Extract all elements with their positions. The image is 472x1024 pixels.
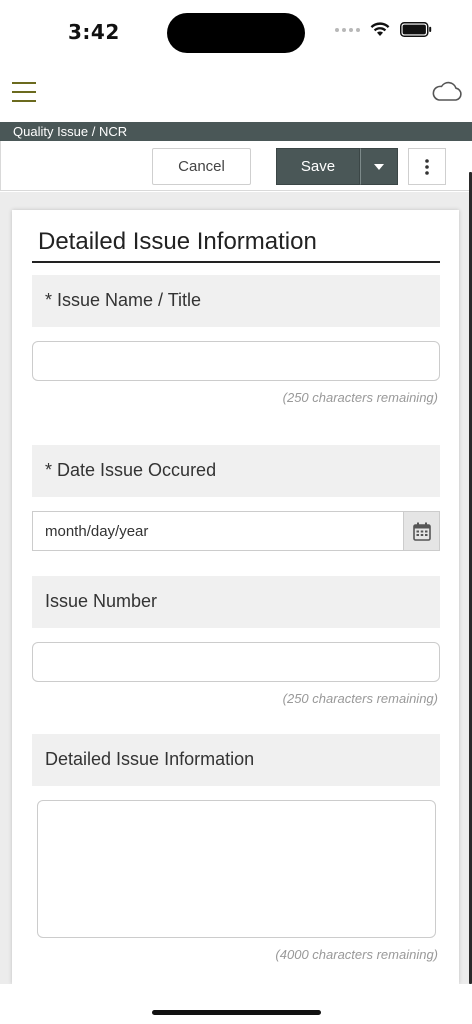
save-button[interactable]: Save (276, 148, 360, 185)
issue-number-label-text: Issue Number (45, 591, 158, 611)
date-occurred-label-text: * Date Issue Occured (45, 460, 217, 480)
detailed-info-textarea[interactable] (37, 800, 436, 938)
status-bar: 3:42 (0, 0, 472, 66)
calendar-icon (412, 522, 431, 541)
caret-down-icon (374, 163, 384, 170)
issue-name-label: * Issue Name / Title (32, 275, 440, 327)
calendar-button[interactable] (403, 512, 439, 550)
wifi-icon (370, 22, 390, 36)
more-vertical-icon (425, 158, 429, 175)
breadcrumb-text: Quality Issue / NCR (13, 124, 128, 139)
battery-icon (400, 22, 432, 37)
home-indicator[interactable] (152, 1010, 321, 1015)
section-title: Detailed Issue Information (38, 228, 317, 255)
issue-name-input[interactable] (32, 341, 440, 381)
date-placeholder: month/day/year (45, 523, 149, 540)
issue-number-label: Issue Number (32, 576, 440, 628)
section-divider (32, 261, 440, 263)
status-icons (335, 22, 432, 37)
detailed-info-remaining: (4000 characters remaining) (275, 947, 438, 962)
issue-number-input[interactable] (32, 642, 440, 682)
issue-name-remaining: (250 characters remaining) (282, 390, 438, 405)
form-card: Detailed Issue Information * Issue Name … (12, 210, 459, 984)
menu-icon[interactable] (12, 80, 36, 104)
breadcrumb: Quality Issue / NCR (0, 122, 472, 141)
issue-number-remaining: (250 characters remaining) (282, 691, 438, 706)
more-options-button[interactable] (408, 148, 446, 185)
save-options-button[interactable] (360, 148, 398, 185)
detailed-info-label: Detailed Issue Information (32, 734, 440, 786)
toolbar: Cancel Save (0, 141, 472, 191)
dynamic-island (167, 13, 305, 53)
signal-icon (335, 27, 360, 32)
detailed-info-label-text: Detailed Issue Information (45, 749, 255, 769)
issue-name-label-text: * Issue Name / Title (45, 290, 202, 310)
app-header (0, 66, 472, 122)
bottom-bar (0, 984, 472, 1024)
date-occurred-label: * Date Issue Occured (32, 445, 440, 497)
cloud-icon[interactable] (431, 80, 463, 102)
status-time: 3:42 (68, 20, 120, 44)
date-occurred-input[interactable]: month/day/year (32, 511, 440, 551)
cancel-button[interactable]: Cancel (152, 148, 251, 185)
